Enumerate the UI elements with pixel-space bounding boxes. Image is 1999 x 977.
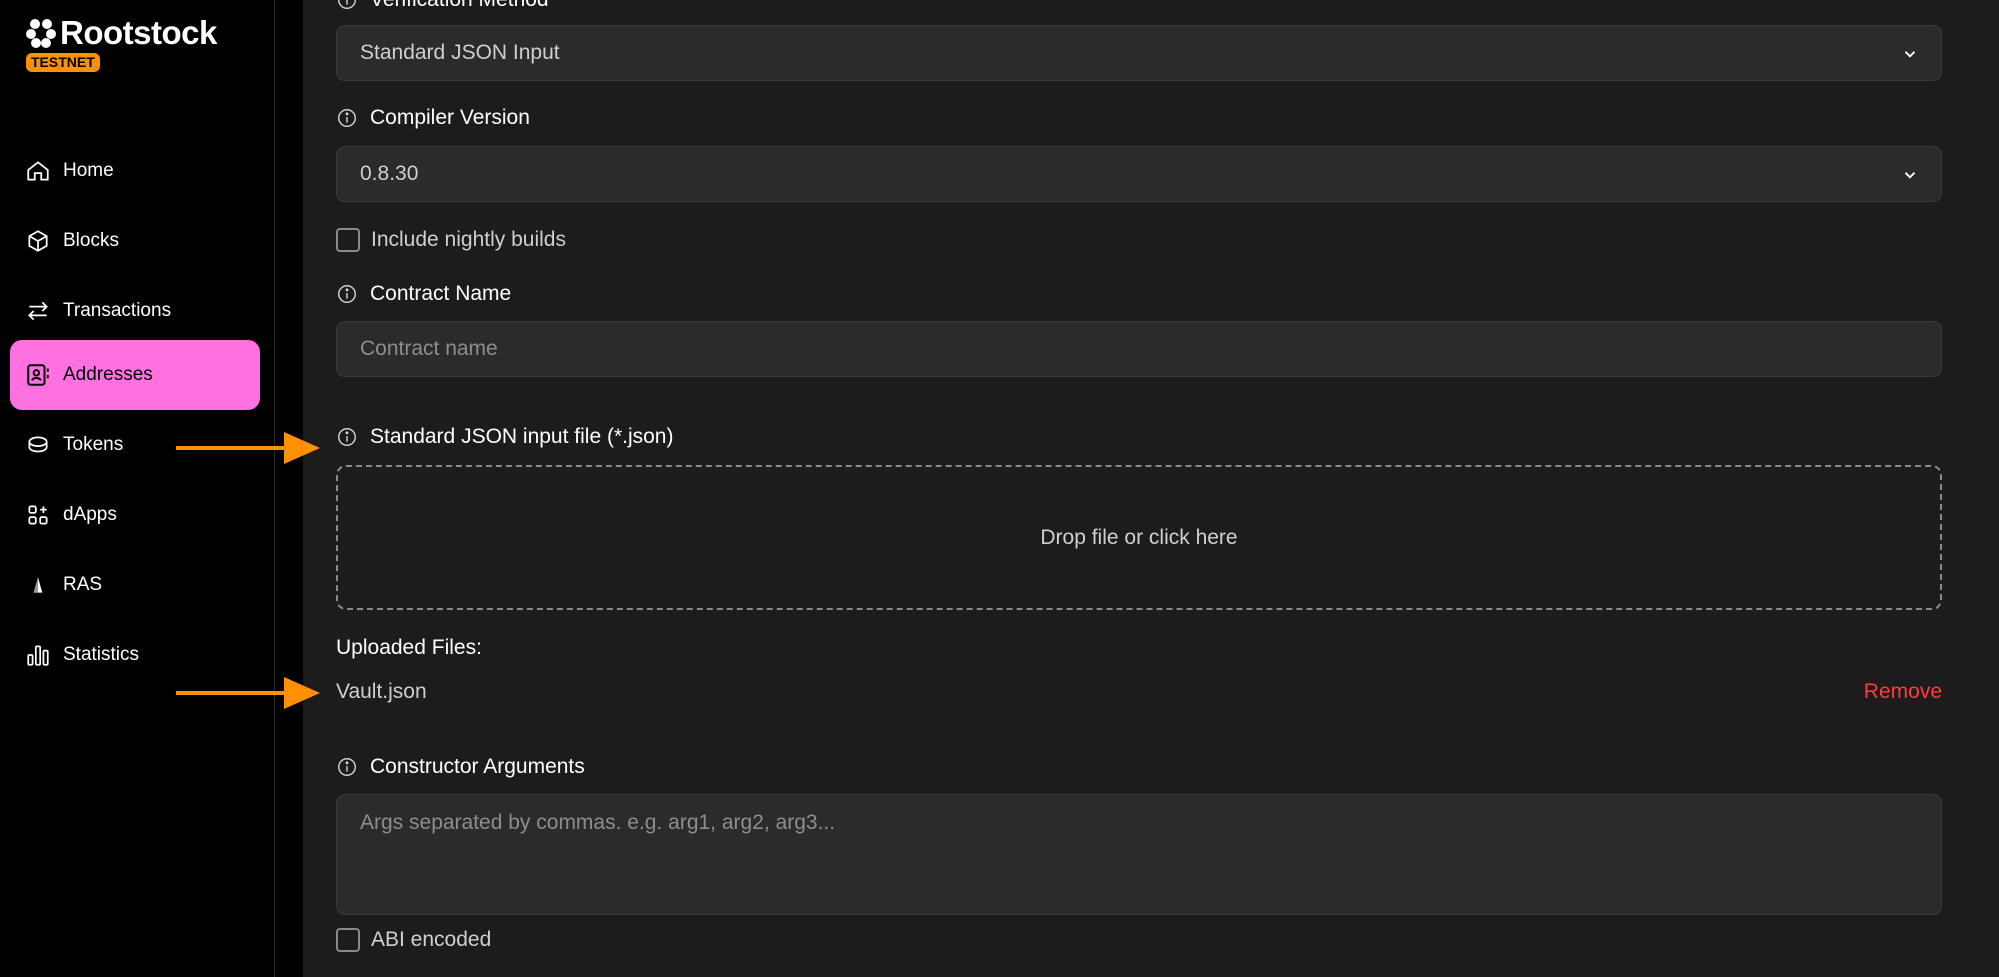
info-icon [338,109,356,127]
arrows-swap-icon [28,301,48,321]
sidebar-item-label: Home [63,160,114,181]
bar-chart-icon [27,645,49,666]
info-icon [338,758,356,776]
uploaded-file-name: Vault.json [336,680,427,703]
info-icon [338,0,356,9]
apps-grid-plus-icon [28,505,48,525]
brand-name: Rootstock [60,14,217,51]
sidebar-item-addresses[interactable]: Addresses [10,340,260,410]
remove-file-button[interactable]: Remove [1864,680,1942,704]
verify-contract-form: Verification Method Standard JSON Input … [303,0,1999,977]
sidebar-item-label: Transactions [63,300,172,321]
nightly-builds-option[interactable]: Include nightly builds [336,228,566,252]
sidebar-item-home[interactable]: Home [10,136,260,206]
sidebar-item-ras[interactable]: RAS [10,550,260,620]
file-dropzone[interactable]: Drop file or click here [336,465,1942,610]
nightly-builds-checkbox[interactable] [336,228,360,252]
sidebar-item-label: Addresses [63,364,153,385]
home-icon [27,161,49,181]
sidebar-item-dapps[interactable]: dApps [10,480,260,550]
verification-method-label: Verification Method [336,0,549,12]
uploaded-files-title: Uploaded Files: [336,636,482,659]
constructor-args-label: Constructor Arguments [336,755,585,779]
sidebar-item-blocks[interactable]: Blocks [10,206,260,276]
sidebar-item-label: Tokens [63,434,124,455]
info-icon [338,285,356,303]
sidebar-item-label: Blocks [63,230,119,251]
annotation-arrow-icon [176,677,320,709]
annotation-arrow-icon [176,432,320,464]
sidebar: Rootstock TESTNET Home Blocks Transactio… [0,0,275,977]
cube-icon [28,230,48,252]
chevron-down-icon [1904,172,1916,179]
network-badge: TESTNET [26,53,100,72]
abi-encoded-option[interactable]: ABI encoded [336,928,491,952]
verification-method-select[interactable]: Standard JSON Input [336,25,1942,81]
logo[interactable]: Rootstock TESTNET [26,14,217,72]
ras-triangle-icon [33,577,43,593]
contact-card-icon [27,364,49,386]
abi-encoded-checkbox[interactable] [336,928,360,952]
sidebar-item-label: dApps [63,504,117,525]
sidebar-item-label: RAS [63,574,103,595]
chevron-down-icon [1904,51,1916,58]
json-file-label: Standard JSON input file (*.json) [336,425,673,449]
compiler-version-select[interactable]: 0.8.30 [336,146,1942,202]
sidebar-item-label: Statistics [63,644,140,665]
contract-name-label: Contract Name [336,282,511,306]
sidebar-item-transactions[interactable]: Transactions [10,276,260,346]
rootstock-logo-icon [26,19,56,48]
info-icon [338,428,356,446]
coins-icon [28,436,48,453]
contract-name-input[interactable]: Contract name [336,321,1942,377]
constructor-args-textarea[interactable]: Args separated by commas. e.g. arg1, arg… [336,794,1942,915]
compiler-version-label: Compiler Version [336,106,530,130]
